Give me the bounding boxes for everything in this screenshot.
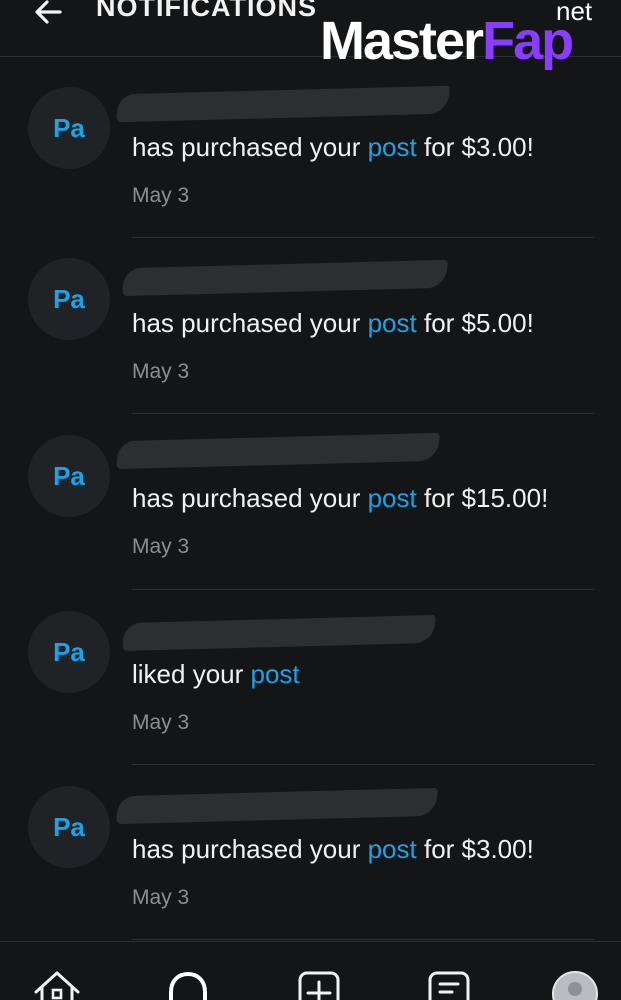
- message-amount: for $3.00!: [416, 834, 534, 864]
- redacted-username: [121, 259, 449, 297]
- arrow-left-icon[interactable]: [30, 0, 66, 30]
- notification-item[interactable]: Pa has purchased your post for $3.00! Ma…: [0, 764, 621, 940]
- message-text: has purchased your: [132, 834, 368, 864]
- notification-date: May 3: [132, 711, 190, 734]
- profile-photo-icon: [554, 973, 596, 1000]
- notification-message: has purchased your post for $3.00!: [132, 132, 534, 163]
- post-link[interactable]: post: [368, 132, 417, 162]
- avatar[interactable]: Pa: [28, 611, 110, 693]
- avatar-initials: Pa: [53, 460, 85, 491]
- avatar-initials: Pa: [53, 283, 85, 314]
- notification-item[interactable]: Pa has purchased your post for $15.00! M…: [0, 413, 621, 590]
- add-post-icon[interactable]: [294, 970, 344, 1000]
- notifications-screen: NOTIFICATIONS MasterFap net Pa has purch…: [0, 0, 621, 1000]
- home-icon[interactable]: [32, 970, 82, 1000]
- notification-item[interactable]: Pa liked your post May 3: [0, 589, 621, 765]
- notification-item[interactable]: Pa has purchased your post for $3.00! Ma…: [0, 62, 621, 238]
- notification-message: has purchased your post for $5.00!: [132, 308, 534, 339]
- notification-message: liked your post: [132, 659, 300, 690]
- notification-date: May 3: [132, 360, 190, 383]
- bottom-navigation: [0, 941, 621, 1000]
- notifications-bell-icon[interactable]: [163, 970, 213, 1000]
- redacted-username: [115, 432, 441, 470]
- list-divider: [132, 939, 594, 940]
- message-amount: for $3.00!: [416, 132, 534, 162]
- message-text: has purchased your: [132, 483, 368, 513]
- message-amount: for $15.00!: [416, 483, 549, 513]
- avatar-initials: Pa: [53, 811, 85, 842]
- avatar[interactable]: Pa: [28, 87, 110, 169]
- watermark-net-text: net: [556, 0, 593, 26]
- post-link[interactable]: post: [368, 483, 417, 513]
- notification-date: May 3: [132, 535, 190, 558]
- redacted-username: [115, 787, 439, 825]
- notification-date: May 3: [132, 184, 190, 207]
- messages-icon[interactable]: [424, 970, 474, 1000]
- redacted-username: [121, 614, 437, 652]
- message-text: has purchased your: [132, 308, 368, 338]
- avatar-initials: Pa: [53, 112, 85, 143]
- avatar[interactable]: Pa: [28, 786, 110, 868]
- message-text: has purchased your: [132, 132, 368, 162]
- avatar[interactable]: Pa: [28, 258, 110, 340]
- post-link[interactable]: post: [368, 834, 417, 864]
- post-link[interactable]: post: [368, 308, 417, 338]
- notification-message: has purchased your post for $15.00!: [132, 483, 548, 514]
- message-text: liked your: [132, 659, 251, 689]
- avatar[interactable]: Pa: [28, 435, 110, 517]
- profile-avatar[interactable]: [552, 971, 598, 1000]
- page-title: NOTIFICATIONS: [96, 0, 317, 22]
- redacted-username: [115, 85, 451, 123]
- notification-date: May 3: [132, 886, 190, 909]
- avatar-initials: Pa: [53, 636, 85, 667]
- notification-message: has purchased your post for $3.00!: [132, 834, 534, 865]
- notification-item[interactable]: Pa has purchased your post for $5.00! Ma…: [0, 238, 621, 414]
- post-link[interactable]: post: [251, 659, 300, 689]
- message-amount: for $5.00!: [416, 308, 534, 338]
